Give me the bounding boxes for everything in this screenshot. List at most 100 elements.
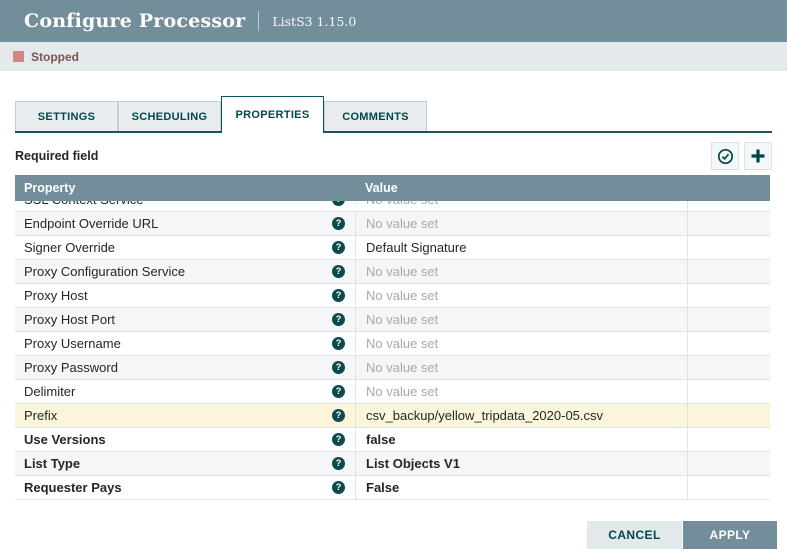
property-value: No value set — [366, 360, 438, 375]
row-filler-cell — [687, 332, 770, 355]
property-cell: Proxy Host ? — [15, 284, 355, 307]
tab-scheduling[interactable]: SCHEDULING — [118, 101, 221, 131]
help-icon[interactable]: ? — [332, 433, 345, 446]
dialog-header: Configure Processor ListS3 1.15.0 — [0, 0, 787, 42]
help-icon[interactable]: ? — [332, 361, 345, 374]
property-cell: Endpoint Override URL ? — [15, 212, 355, 235]
value-cell[interactable]: No value set — [355, 308, 687, 331]
property-value: No value set — [366, 288, 438, 303]
property-name: Proxy Configuration Service — [24, 264, 332, 279]
row-filler-cell — [687, 201, 770, 211]
property-table: Property Value SSL Context Service ? No … — [15, 175, 770, 500]
property-cell: Delimiter ? — [15, 380, 355, 403]
value-cell[interactable]: No value set — [355, 212, 687, 235]
table-row[interactable]: Signer Override ? Default Signature — [15, 236, 770, 260]
property-table-header: Property Value — [15, 175, 770, 201]
property-value: False — [366, 480, 399, 495]
verify-properties-button[interactable] — [711, 142, 739, 170]
help-icon[interactable]: ? — [332, 289, 345, 302]
value-cell[interactable]: List Objects V1 — [355, 452, 687, 475]
apply-button[interactable]: APPLY — [683, 521, 777, 549]
help-icon[interactable]: ? — [332, 241, 345, 254]
tab-settings[interactable]: SETTINGS — [15, 101, 118, 131]
table-row[interactable]: Proxy Username ? No value set — [15, 332, 770, 356]
value-cell[interactable]: Default Signature — [355, 236, 687, 259]
help-icon[interactable]: ? — [332, 337, 345, 350]
help-icon[interactable]: ? — [332, 409, 345, 422]
help-icon[interactable]: ? — [332, 385, 345, 398]
property-cell: Requester Pays ? — [15, 476, 355, 499]
property-name: Signer Override — [24, 240, 332, 255]
property-cell: Use Versions ? — [15, 428, 355, 451]
add-property-button[interactable] — [744, 142, 772, 170]
property-name: Use Versions — [24, 432, 332, 447]
row-filler-cell — [687, 380, 770, 403]
row-filler-cell — [687, 212, 770, 235]
property-actions — [711, 142, 772, 170]
help-icon[interactable]: ? — [332, 481, 345, 494]
help-icon[interactable]: ? — [332, 457, 345, 470]
row-filler-cell — [687, 452, 770, 475]
property-name: Delimiter — [24, 384, 332, 399]
help-icon[interactable]: ? — [332, 313, 345, 326]
table-row[interactable]: Proxy Configuration Service ? No value s… — [15, 260, 770, 284]
required-field-label: Required field — [15, 149, 98, 163]
status-label: Stopped — [31, 50, 79, 64]
property-name: Proxy Username — [24, 336, 332, 351]
property-name: Proxy Password — [24, 360, 332, 375]
table-toolbar: Required field — [15, 141, 772, 171]
tab-properties[interactable]: PROPERTIES — [221, 96, 324, 133]
tab-comments[interactable]: COMMENTS — [324, 101, 427, 131]
table-row[interactable]: SSL Context Service ? No value set — [15, 201, 770, 212]
value-cell[interactable]: False — [355, 476, 687, 499]
help-icon[interactable]: ? — [332, 265, 345, 278]
table-row[interactable]: Proxy Host Port ? No value set — [15, 308, 770, 332]
property-cell: Proxy Host Port ? — [15, 308, 355, 331]
row-filler-cell — [687, 428, 770, 451]
property-value: Default Signature — [366, 240, 466, 255]
row-filler-cell — [687, 404, 770, 427]
property-cell: Prefix ? — [15, 404, 355, 427]
table-row[interactable]: Proxy Password ? No value set — [15, 356, 770, 380]
property-value: List Objects V1 — [366, 456, 460, 471]
help-icon[interactable]: ? — [332, 217, 345, 230]
column-header-property: Property — [15, 181, 355, 195]
property-value: No value set — [366, 216, 438, 231]
value-cell[interactable]: No value set — [355, 356, 687, 379]
dialog-title: Configure Processor — [24, 10, 245, 32]
tab-bar: SETTINGS SCHEDULING PROPERTIES COMMENTS — [15, 97, 772, 133]
property-value: No value set — [366, 264, 438, 279]
property-table-body: SSL Context Service ? No value set Endpo… — [15, 201, 770, 500]
property-name: Endpoint Override URL — [24, 216, 332, 231]
table-row[interactable]: Delimiter ? No value set — [15, 380, 770, 404]
cancel-button[interactable]: CANCEL — [587, 521, 682, 549]
property-value: No value set — [366, 312, 438, 327]
table-row[interactable]: Prefix ? csv_backup/yellow_tripdata_2020… — [15, 404, 770, 428]
value-cell[interactable]: No value set — [355, 380, 687, 403]
value-cell[interactable]: false — [355, 428, 687, 451]
value-cell[interactable]: No value set — [355, 260, 687, 283]
check-circle-icon — [717, 148, 734, 165]
property-name: Prefix — [24, 408, 332, 423]
tab-comments-label: COMMENTS — [342, 111, 409, 123]
value-cell[interactable]: csv_backup/yellow_tripdata_2020-05.csv — [355, 404, 687, 427]
row-filler-cell — [687, 476, 770, 499]
value-cell[interactable]: No value set — [355, 284, 687, 307]
tab-properties-label: PROPERTIES — [236, 109, 310, 121]
value-cell[interactable]: No value set — [355, 332, 687, 355]
table-row[interactable]: Requester Pays ? False — [15, 476, 770, 500]
property-cell: SSL Context Service ? — [15, 201, 355, 204]
table-row[interactable]: List Type ? List Objects V1 — [15, 452, 770, 476]
help-icon[interactable]: ? — [332, 201, 345, 206]
table-row[interactable]: Use Versions ? false — [15, 428, 770, 452]
property-value: No value set — [366, 384, 438, 399]
property-name: Requester Pays — [24, 480, 332, 495]
column-header-value: Value — [355, 181, 398, 195]
table-row[interactable]: Endpoint Override URL ? No value set — [15, 212, 770, 236]
value-cell[interactable]: No value set — [355, 201, 687, 204]
row-filler-cell — [687, 236, 770, 259]
row-filler-cell — [687, 308, 770, 331]
title-separator — [258, 11, 259, 31]
table-row[interactable]: Proxy Host ? No value set — [15, 284, 770, 308]
property-value: No value set — [366, 201, 438, 207]
